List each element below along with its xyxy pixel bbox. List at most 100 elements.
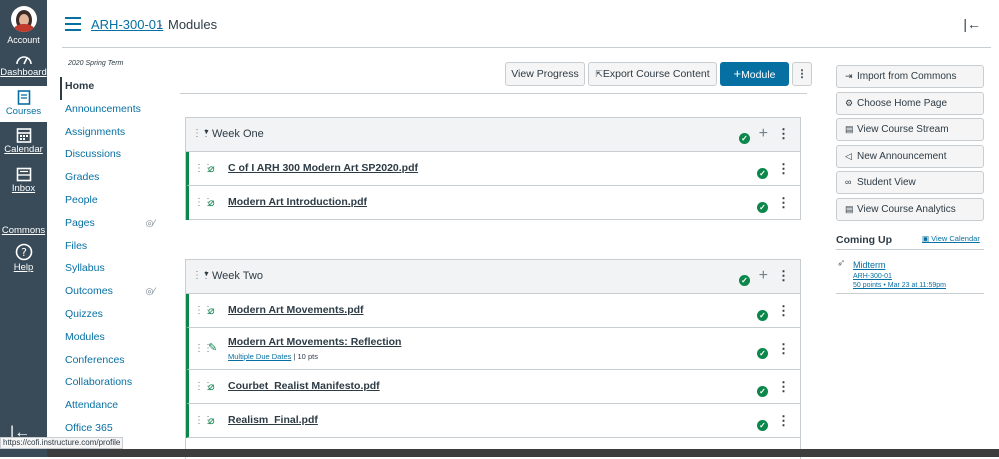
item-options-icon[interactable]: ⋮ [777,161,790,177]
import-from-commons-button[interactable]: ⇥ Import from Commons [836,65,984,88]
module-item[interactable]: ⋮⋮ ✎ Modern Art Movements: Reflection Mu… [186,328,800,370]
more-options-icon[interactable]: ⋮ [792,62,812,86]
course-nav-pages[interactable]: Pages [65,217,95,229]
published-check-icon[interactable]: ✓ [739,270,750,288]
calendar-icon [16,128,31,143]
published-check-icon[interactable]: ✓ [739,128,750,146]
breadcrumb-current: Modules [168,17,218,32]
module-header[interactable]: ⋮⋮ ▼ Week Two ✓ + ⋮ [186,260,800,294]
export-icon: ⇱ [595,69,603,79]
module-item-title[interactable]: Modern Art Movements.pdf [228,304,364,316]
term-label: 2020 Spring Term [68,60,124,67]
course-nav-collaborations[interactable]: Collaborations [60,373,175,396]
view-course-analytics-button[interactable]: ▤ View Course Analytics [836,197,984,221]
global-nav-help[interactable]: ? Help [0,243,47,273]
collapse-sidebar-icon[interactable]: |← [963,16,981,32]
breadcrumb-course[interactable]: ARH-300-01 [91,17,163,32]
module-header[interactable]: ⋮⋮ ▼ Week One ✓ + ⋮ [186,118,800,152]
course-nav-files[interactable]: Files [60,237,175,260]
item-options-icon[interactable]: ⋮ [777,303,790,319]
course-nav-syllabus[interactable]: Syllabus [60,259,175,282]
course-nav-outcomes[interactable]: Outcomes [65,285,113,297]
module-item-title[interactable]: Realism_Final.pdf [228,414,318,426]
announcement-label: New Announcement [857,150,947,162]
course-nav-grades[interactable]: Grades [60,168,175,191]
global-nav-commons[interactable]: Commons [0,224,47,236]
hidden-eye-icon: ◎⁄ [145,217,155,228]
coming-up-heading: Coming Up [836,234,892,246]
hidden-eye-icon: ◎⁄ [145,286,155,297]
event-detail[interactable]: 50 points • Mar 23 at 11:59pm [853,282,946,289]
course-nav: 2020 Spring Term Home Announcements Assi… [60,60,175,442]
course-nav-conferences[interactable]: Conferences [60,351,175,374]
student-view-button[interactable]: ∞ Student View [836,171,984,195]
global-nav-account[interactable]: Account [0,6,47,45]
module-item-title[interactable]: Modern Art Movements: Reflection [228,336,401,348]
page-header: ARH-300-01 › Modules |← [47,0,999,48]
event-title-link[interactable]: Midterm [853,260,886,270]
coming-up-divider [836,293,984,294]
published-check-icon[interactable]: ✓ [757,305,768,323]
avatar[interactable] [10,6,37,32]
module-item-title[interactable]: Courbet_Realist Manifesto.pdf [228,380,380,392]
course-nav-outcomes-row[interactable]: Outcomes ◎⁄ [60,282,175,305]
courses-icon [17,90,30,105]
module-options-icon[interactable]: ⋮ [777,268,790,284]
global-nav-inbox[interactable]: Inbox [0,167,47,194]
announcement-icon: ◁ [845,150,852,161]
published-check-icon[interactable]: ✓ [757,381,768,399]
event-course[interactable]: ARH-300-01 [853,273,892,280]
new-announcement-button[interactable]: ◁ New Announcement [836,144,984,168]
global-nav-calendar[interactable]: Calendar [0,127,47,155]
course-nav-people[interactable]: People [60,191,175,214]
hamburger-menu-icon[interactable] [65,17,81,35]
student-view-label: Student View [857,177,916,189]
svg-text:?: ? [21,246,27,259]
course-nav-modules[interactable]: Modules [60,328,175,351]
add-module-button[interactable]: +Module [720,62,789,86]
module-item-title[interactable]: Modern Art Introduction.pdf [228,196,367,208]
choose-home-page-button[interactable]: ⚙ Choose Home Page [836,91,984,115]
due-dates-link[interactable]: Multiple Due Dates [228,352,291,361]
published-check-icon[interactable]: ✓ [757,163,768,181]
module-item[interactable]: ⋮⋮ ⌀ Modern Art Movements.pdf ✓ ⋮ [186,294,800,328]
add-item-icon[interactable]: + [759,267,768,285]
module-item[interactable]: ⋮⋮ ⌀ C of I ARH 300 Modern Art SP2020.pd… [186,152,800,186]
item-options-icon[interactable]: ⋮ [777,379,790,395]
published-check-icon[interactable]: ✓ [757,415,768,433]
module-item[interactable]: ⋮⋮ ⌀ Modern Art Introduction.pdf ✓ ⋮ [186,186,800,220]
global-nav-dashboard[interactable]: Dashboard [0,52,47,78]
inbox-icon [16,167,31,182]
course-nav-pages-row[interactable]: Pages ◎⁄ [60,214,175,237]
view-calendar-link[interactable]: ▣ View Calendar [922,234,980,243]
published-check-icon[interactable]: ✓ [757,197,768,215]
course-nav-assignments[interactable]: Assignments [60,123,175,146]
course-nav-quizzes[interactable]: Quizzes [60,305,175,328]
view-course-stream-button[interactable]: ▤ View Course Stream [836,118,984,142]
dashboard-icon [15,56,32,65]
course-nav-home[interactable]: Home [60,77,175,100]
module-item[interactable]: ⋮⋮ ⌀ Courbet_Realist Manifesto.pdf ✓ ⋮ [186,370,800,404]
dashboard-label: Dashboard [0,67,47,78]
collapse-caret-icon[interactable]: ▼ [203,129,210,136]
course-nav-announcements[interactable]: Announcements [60,100,175,123]
add-item-icon[interactable]: + [759,125,768,143]
course-sidebar: ⇥ Import from Commons ⚙ Choose Home Page ▤… [836,65,984,225]
course-nav-attendance[interactable]: Attendance [60,396,175,419]
assignment-icon: ✎ [208,342,218,354]
course-nav-discussions[interactable]: Discussions [60,145,175,168]
gear-icon: ⚙ [845,97,854,108]
global-nav-courses[interactable]: Courses [0,86,47,122]
item-options-icon[interactable]: ⋮ [777,341,790,357]
attachment-icon: ⌀ [208,305,215,317]
collapse-caret-icon[interactable]: ▼ [203,271,210,278]
module-item[interactable]: ⋮⋮ ⌀ Realism_Final.pdf ✓ ⋮ [186,404,800,438]
item-options-icon[interactable]: ⋮ [777,413,790,429]
module-item-title[interactable]: C of I ARH 300 Modern Art SP2020.pdf [228,162,418,174]
export-course-content-button[interactable]: ⇱Export Course Content [588,62,717,86]
plus-icon: + [733,66,742,81]
published-check-icon[interactable]: ✓ [757,343,768,361]
module-options-icon[interactable]: ⋮ [777,126,790,142]
item-options-icon[interactable]: ⋮ [777,195,790,211]
view-progress-button[interactable]: View Progress [505,62,585,86]
